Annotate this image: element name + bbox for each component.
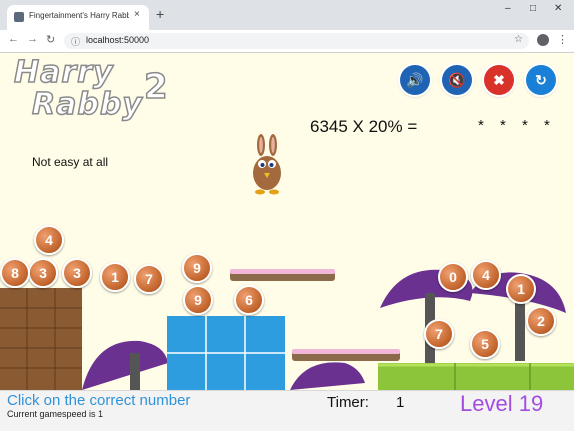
timer-value: 1 xyxy=(396,394,405,411)
gamespeed-text: Current gamespeed is 1 xyxy=(7,409,104,419)
logo-number: 2 xyxy=(143,66,168,108)
number-ball[interactable]: 4 xyxy=(34,225,64,255)
back-icon[interactable]: ← xyxy=(8,33,19,45)
favicon-icon xyxy=(14,12,24,22)
logo-title-line1: Harry xyxy=(13,55,114,90)
game-canvas[interactable]: Harry Rabby 2 🔊 🔇 ✖ ↻ 6345 X 20% = * * * * … xyxy=(0,53,574,390)
purple-mushroom xyxy=(290,362,365,390)
level-indicator: Level 19 xyxy=(460,391,544,416)
refresh-icon: ↻ xyxy=(535,71,547,88)
maximize-button[interactable]: □ xyxy=(530,3,536,14)
purple-mushroom xyxy=(82,340,168,390)
brick-pillar xyxy=(0,288,82,390)
profile-avatar-icon[interactable] xyxy=(537,34,549,46)
bookmark-star-icon[interactable]: ☆ xyxy=(514,34,523,45)
number-ball[interactable]: 9 xyxy=(182,253,212,283)
number-ball[interactable]: 1 xyxy=(506,274,536,304)
number-ball[interactable]: 3 xyxy=(62,258,92,288)
lower-platform xyxy=(292,349,400,361)
floating-platform xyxy=(230,269,335,281)
forward-icon[interactable]: → xyxy=(27,33,38,45)
difficulty-text: Not easy at all xyxy=(32,155,109,169)
game-logo: Harry Rabby 2 xyxy=(13,55,168,122)
number-ball[interactable]: 3 xyxy=(28,258,58,288)
number-ball[interactable]: 8 xyxy=(0,258,30,288)
close-icon: ✖ xyxy=(493,71,505,88)
number-ball[interactable]: 0 xyxy=(438,262,468,292)
number-ball[interactable]: 7 xyxy=(424,319,454,349)
logo-title-line2: Rabby xyxy=(31,87,143,122)
number-ball[interactable]: 9 xyxy=(183,285,213,315)
browser-tab[interactable]: Fingertainment's Harry Rabb × xyxy=(7,5,149,30)
number-ball[interactable]: 6 xyxy=(234,285,264,315)
tab-bar: Fingertainment's Harry Rabb × + – □ ✕ xyxy=(0,0,574,30)
green-ground xyxy=(378,363,574,390)
info-icon[interactable]: ⓘ xyxy=(71,35,80,48)
minimize-button[interactable]: – xyxy=(505,3,511,14)
sound-off-button[interactable]: 🔇 xyxy=(442,65,472,95)
new-tab-button[interactable]: + xyxy=(156,6,164,22)
tab-close-icon[interactable]: × xyxy=(134,9,140,20)
number-ball[interactable]: 7 xyxy=(134,264,164,294)
quit-button[interactable]: ✖ xyxy=(484,65,514,95)
speaker-mute-icon: 🔇 xyxy=(448,71,466,88)
url-text: localhost:50000 xyxy=(86,35,150,45)
answer-mask: * * * * xyxy=(478,117,556,134)
reload-icon[interactable]: ↻ xyxy=(46,33,55,46)
status-bar: Click on the correct number Current game… xyxy=(0,390,574,431)
address-bar[interactable]: ⓘ localhost:50000 ☆ xyxy=(64,33,529,49)
number-ball[interactable]: 5 xyxy=(470,329,500,359)
speaker-on-icon: 🔊 xyxy=(406,71,424,88)
sound-on-button[interactable]: 🔊 xyxy=(400,65,430,95)
window-close-button[interactable]: ✕ xyxy=(554,3,562,14)
tab-title: Fingertainment's Harry Rabb xyxy=(29,11,129,20)
instruction-text: Click on the correct number xyxy=(7,392,191,409)
rabbit-character-icon xyxy=(253,134,281,195)
math-question: 6345 X 20% = xyxy=(310,117,418,136)
timer-label: Timer: xyxy=(327,394,369,411)
number-ball[interactable]: 1 xyxy=(100,262,130,292)
menu-kebab-icon[interactable]: ⋮ xyxy=(557,33,568,46)
address-toolbar: ← → ↻ ⓘ localhost:50000 ☆ ⋮ xyxy=(0,30,574,53)
number-ball[interactable]: 2 xyxy=(526,306,556,336)
restart-button[interactable]: ↻ xyxy=(526,65,556,95)
number-ball[interactable]: 4 xyxy=(471,260,501,290)
blue-blocks xyxy=(167,316,285,390)
